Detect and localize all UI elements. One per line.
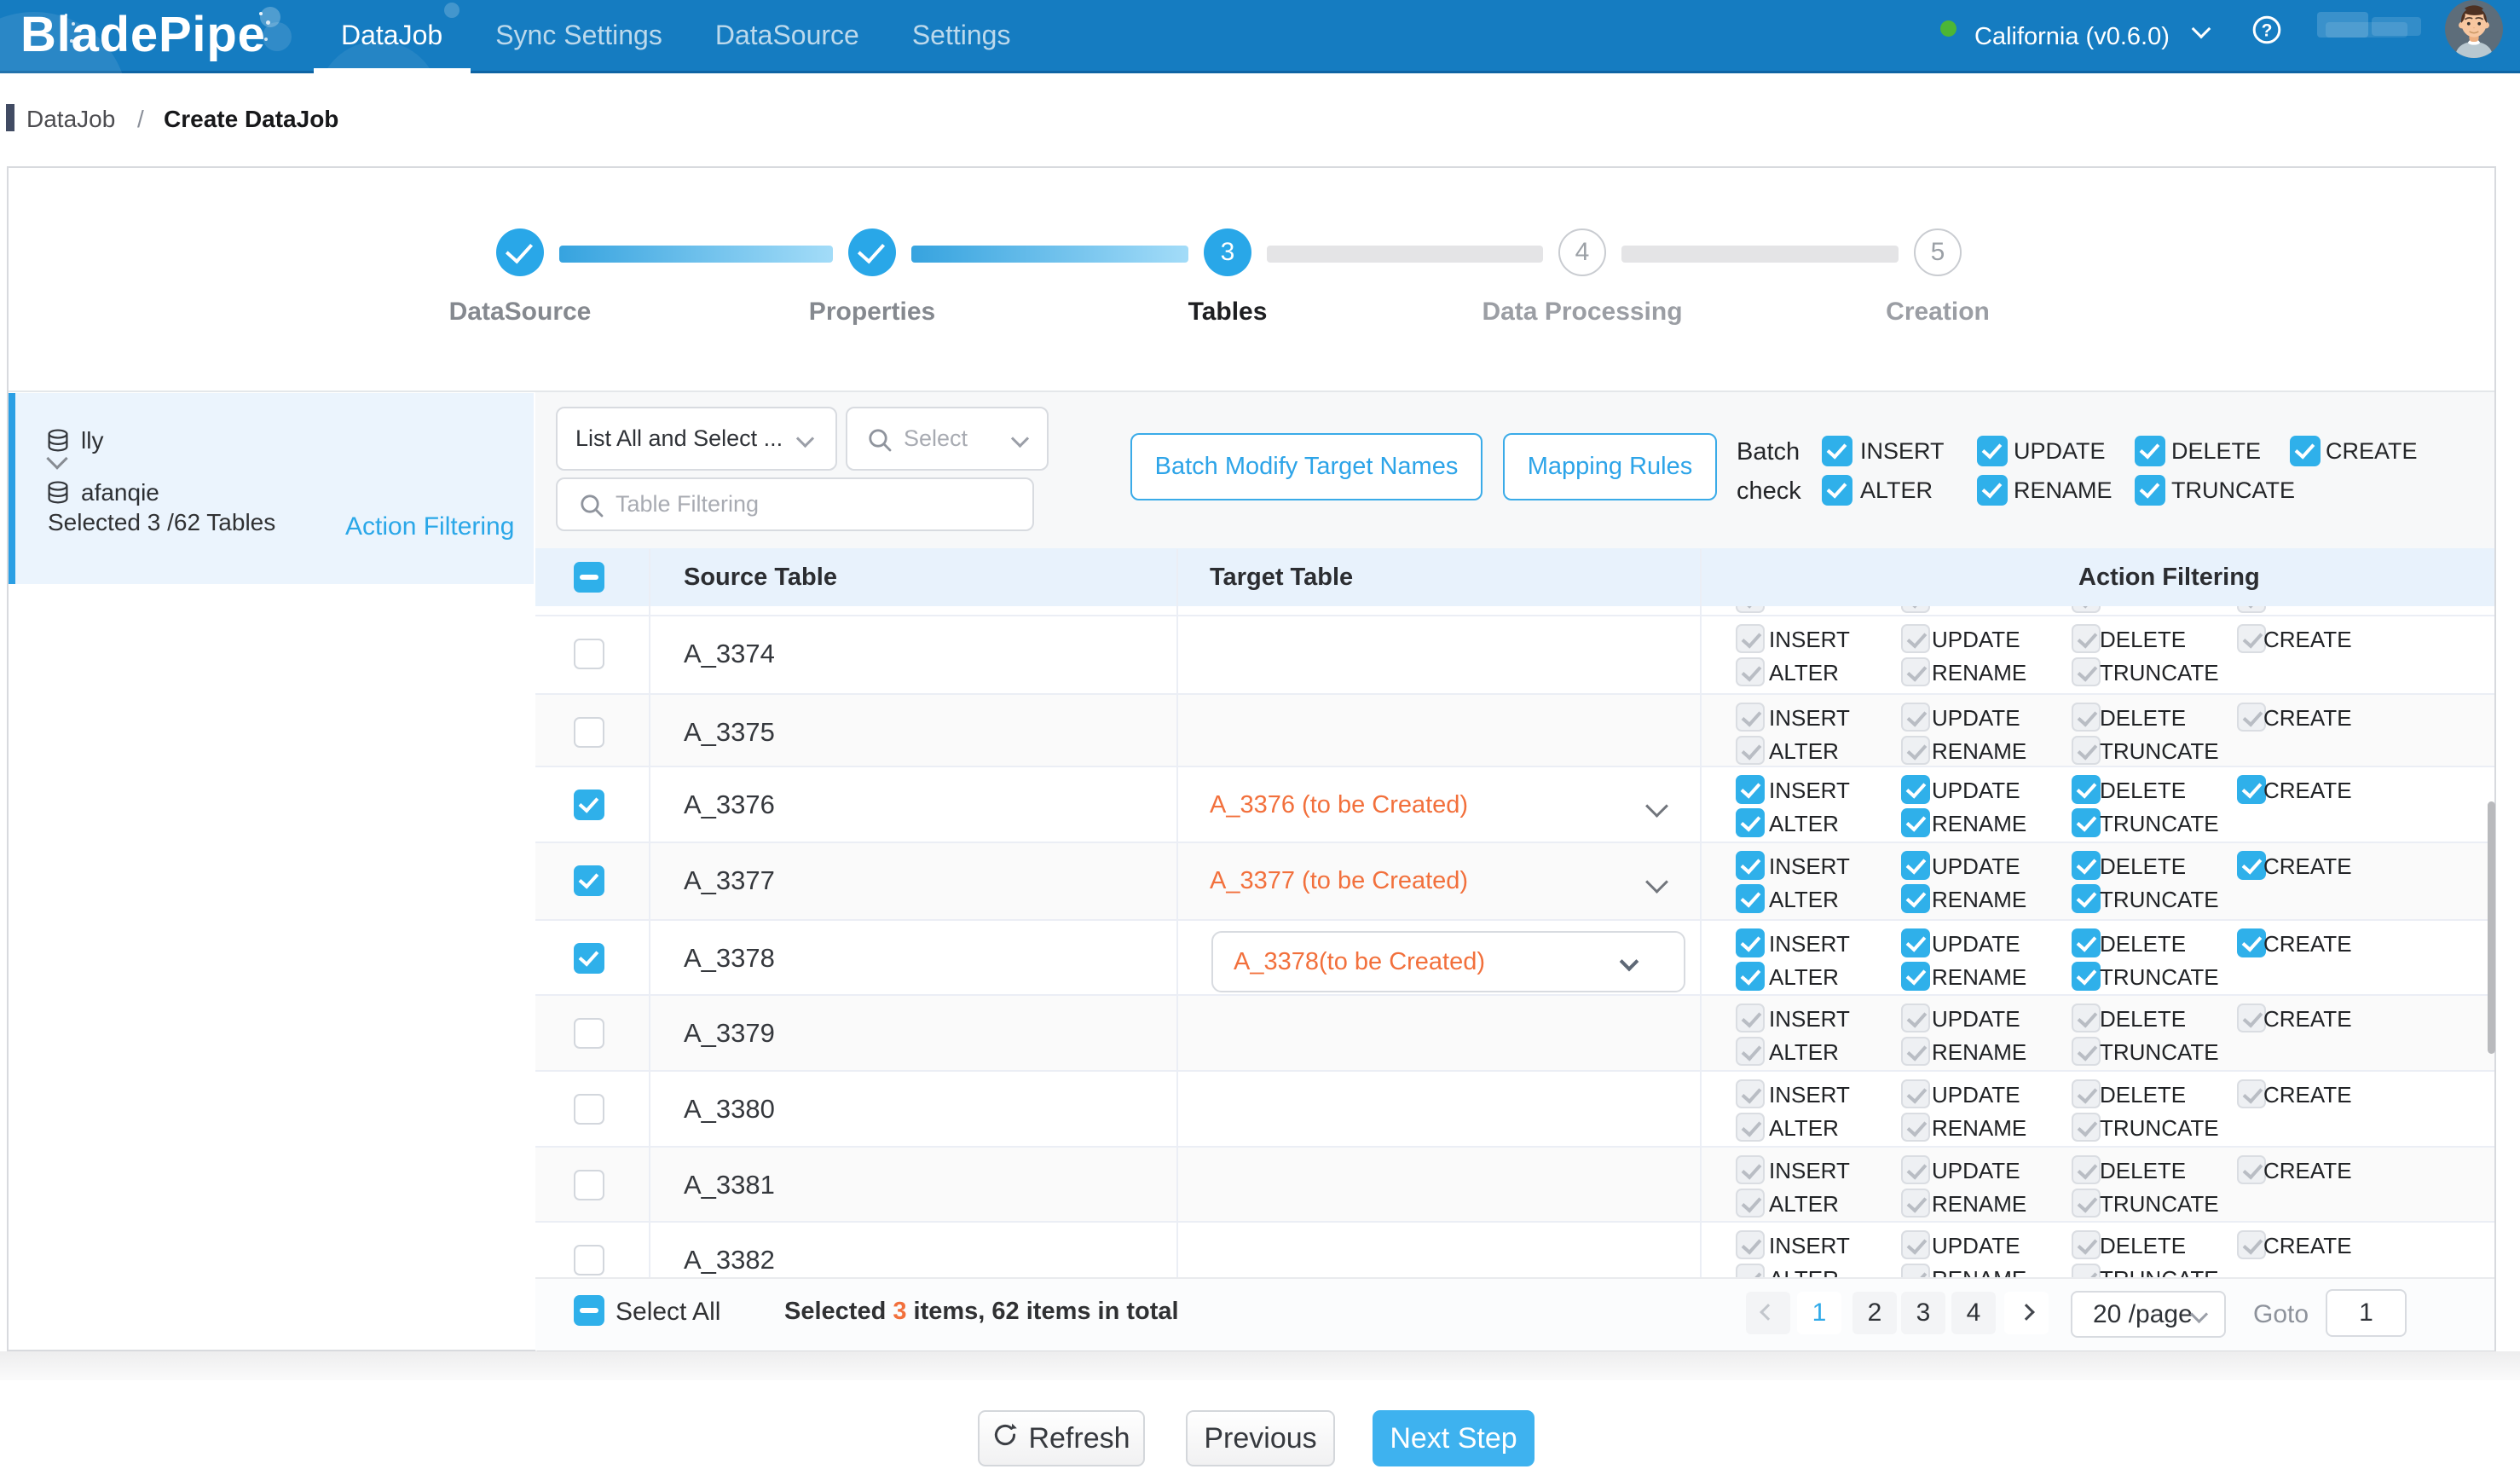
svg-text:?: ? xyxy=(2262,20,2273,40)
